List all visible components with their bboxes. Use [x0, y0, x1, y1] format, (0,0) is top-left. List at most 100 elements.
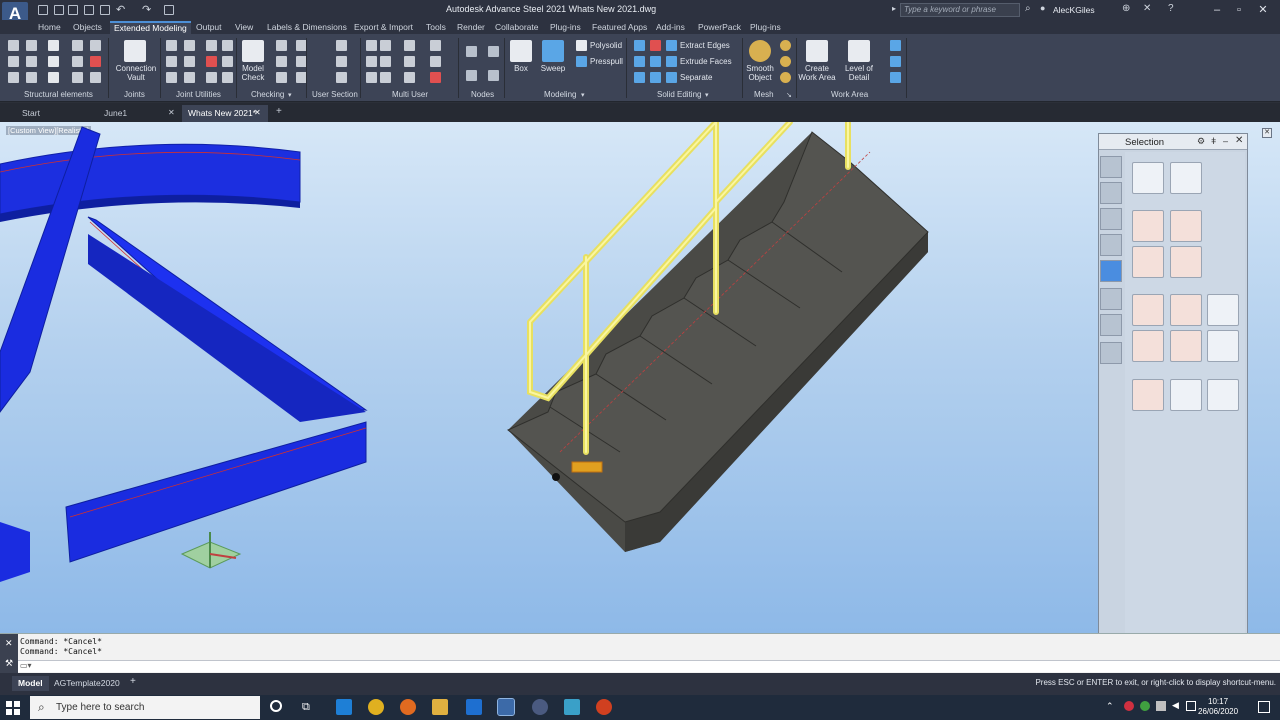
doc-tab-start[interactable]: Start	[16, 105, 96, 122]
separate-button[interactable]: Separate	[680, 73, 712, 82]
close-icon[interactable]: ✕	[1235, 135, 1243, 146]
palette-tab-draw[interactable]	[1100, 156, 1122, 178]
tab-home[interactable]: Home	[34, 21, 65, 34]
beam-restore-icon[interactable]	[1207, 330, 1239, 362]
select-frame-icon[interactable]	[1170, 246, 1202, 278]
maximize-icon[interactable]: ▫	[1232, 3, 1246, 17]
battery-icon[interactable]	[1186, 701, 1196, 711]
joint-group-icon[interactable]	[166, 56, 177, 67]
connection-vault-button[interactable]: Connection Vault	[113, 64, 159, 82]
multi-user-sync-icon[interactable]	[380, 40, 391, 51]
node-add-icon[interactable]	[466, 46, 477, 57]
print-icon[interactable]	[100, 5, 110, 15]
presspull-button[interactable]: Presspull	[590, 57, 623, 66]
select-delete-icon[interactable]	[1132, 246, 1164, 278]
list-icon[interactable]	[1170, 162, 1202, 194]
file-explorer-icon[interactable]	[432, 699, 448, 715]
select-remove-icon[interactable]	[1170, 210, 1202, 242]
multi-user-reserve-icon[interactable]	[380, 72, 391, 83]
panel-title-modeling[interactable]: Modeling	[544, 90, 576, 99]
section-edit-icon[interactable]	[336, 56, 347, 67]
search-icon[interactable]: ⌕	[1025, 3, 1031, 14]
marked-objects-icon[interactable]	[1132, 379, 1164, 411]
house-icon[interactable]	[48, 40, 59, 51]
command-input[interactable]: ▭▾	[18, 660, 1280, 672]
node-link-icon[interactable]	[466, 70, 477, 81]
save-icon[interactable]	[68, 5, 78, 15]
slice-icon[interactable]	[634, 56, 645, 67]
smooth-object-button[interactable]: Smooth Object	[742, 64, 778, 82]
joint-update-icon[interactable]	[184, 40, 195, 51]
minimize-icon[interactable]: –	[1210, 3, 1224, 17]
new-icon[interactable]	[38, 5, 48, 15]
level-of-detail-button[interactable]: Level of Detail	[840, 64, 878, 82]
tab-tools[interactable]: Tools	[422, 21, 450, 34]
beam-filter-icon[interactable]	[1170, 294, 1202, 326]
tab-render[interactable]: Render	[453, 21, 489, 34]
close-icon[interactable]: ✕	[1256, 3, 1270, 17]
joint-select-icon[interactable]	[184, 56, 195, 67]
sweep-icon[interactable]	[542, 40, 564, 62]
volume-icon[interactable]: ◀	[1172, 700, 1179, 711]
tab-plug-ins-2[interactable]: Plug-ins	[746, 21, 785, 34]
windows-start-icon[interactable]	[4, 699, 22, 717]
extract-edges-icon[interactable]	[666, 40, 677, 51]
joint-check-icon[interactable]	[206, 72, 217, 83]
clash-check-icon[interactable]	[276, 40, 287, 51]
multi-user-release-icon[interactable]	[404, 72, 415, 83]
multi-user-pull-icon[interactable]	[380, 56, 391, 67]
command-prompt-icon[interactable]: ▭▾	[20, 661, 32, 670]
work-area-list-icon[interactable]	[890, 72, 901, 83]
create-work-area-button[interactable]: Create Work Area	[796, 64, 838, 82]
tab-add-ins[interactable]: Add-ins	[652, 21, 689, 34]
pin-icon[interactable]: ǂ	[1211, 136, 1216, 146]
taskbar-search-input[interactable]: Type here to search	[30, 696, 260, 719]
beam-add-icon[interactable]	[1132, 330, 1164, 362]
cortana-icon[interactable]	[270, 700, 282, 712]
chevron-down-icon[interactable]: ▾	[581, 91, 585, 99]
union-icon[interactable]	[634, 40, 645, 51]
beam-icon[interactable]	[26, 40, 37, 51]
joint-explode-icon[interactable]	[166, 72, 177, 83]
truss-icon[interactable]	[8, 56, 19, 67]
polysolid-icon[interactable]	[576, 40, 587, 51]
joint-upgrade-icon[interactable]	[222, 56, 233, 67]
task-view-icon[interactable]: ⧉	[302, 701, 310, 714]
multi-user-push-icon[interactable]	[366, 56, 377, 67]
redo-icon[interactable]: ↷	[142, 3, 151, 16]
palette-tab-views[interactable]	[1100, 288, 1122, 310]
joint-copy-icon[interactable]	[166, 40, 177, 51]
mesh-crease-icon[interactable]	[780, 56, 791, 67]
display-check-icon[interactable]	[276, 56, 287, 67]
node-split-icon[interactable]	[488, 70, 499, 81]
polysolid-button[interactable]: Polysolid	[590, 41, 622, 50]
tab-extended-modeling[interactable]: Extended Modeling	[110, 21, 191, 34]
network-icon[interactable]	[1156, 701, 1166, 711]
beam-refresh-icon[interactable]	[1170, 330, 1202, 362]
outlook-icon[interactable]	[466, 699, 482, 715]
thicken-icon[interactable]	[634, 72, 645, 83]
portal-icon[interactable]	[90, 40, 101, 51]
tab-objects[interactable]: Objects	[69, 21, 106, 34]
subtract-icon[interactable]	[650, 40, 661, 51]
tab-collaborate[interactable]: Collaborate	[491, 21, 542, 34]
close-icon[interactable]: ✕	[1262, 128, 1272, 138]
model-viewport[interactable]: [Custom View][Realistic] ✕	[0, 122, 1280, 633]
workspace-icon[interactable]	[164, 5, 174, 15]
notifications-icon[interactable]	[1258, 701, 1270, 713]
exchange-icon[interactable]: ✕	[1143, 3, 1151, 14]
help-icon[interactable]	[1132, 162, 1164, 194]
extrude-faces-icon[interactable]	[666, 56, 677, 67]
save-as-icon[interactable]	[84, 5, 94, 15]
chevron-up-icon[interactable]: ⌃	[1106, 701, 1114, 712]
mesh-uncrease-icon[interactable]	[780, 72, 791, 83]
stair-icon[interactable]	[8, 72, 19, 83]
bracing-icon[interactable]	[26, 56, 37, 67]
chevron-down-icon[interactable]: ▾	[705, 91, 709, 99]
delete-element-icon[interactable]	[90, 56, 101, 67]
help-search-input[interactable]: Type a keyword or phrase	[900, 3, 1020, 17]
roof-icon[interactable]	[48, 56, 59, 67]
undo-icon[interactable]: ↶	[116, 3, 125, 16]
panel-launcher-icon[interactable]: ↘	[786, 91, 792, 99]
multi-user-user-icon[interactable]	[430, 40, 441, 51]
